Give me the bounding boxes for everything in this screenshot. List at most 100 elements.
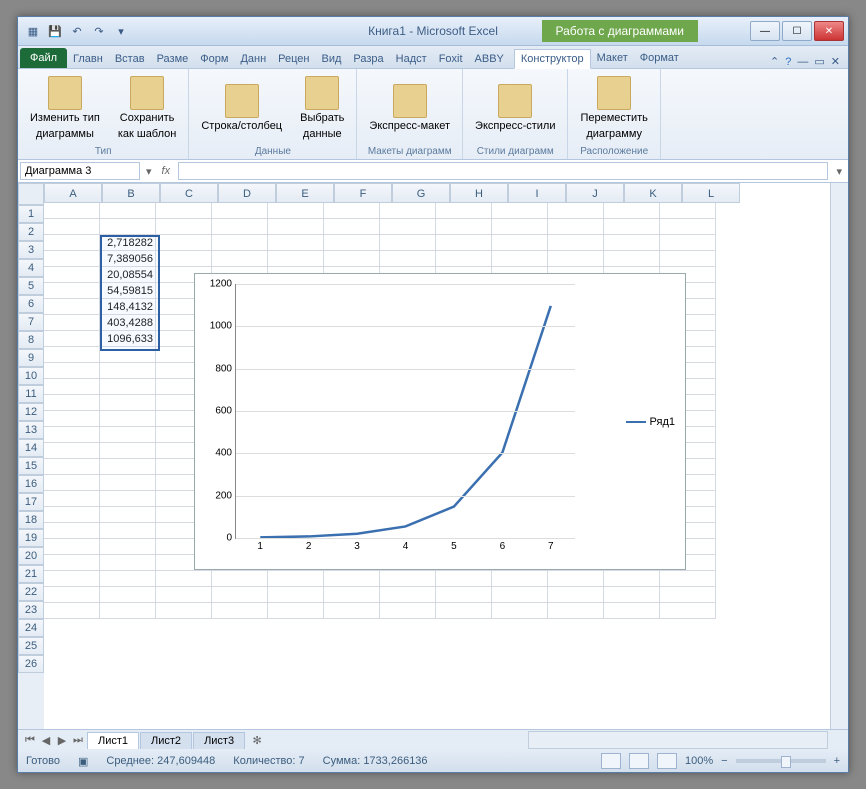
zoom-slider[interactable] bbox=[736, 759, 826, 763]
maximize-button[interactable]: ☐ bbox=[782, 21, 812, 41]
col-header[interactable]: F bbox=[334, 183, 392, 203]
minimize-button[interactable]: — bbox=[750, 21, 780, 41]
cell[interactable] bbox=[492, 571, 548, 587]
ribbon-button[interactable]: Изменить типдиаграммы bbox=[26, 74, 104, 142]
sheet-nav-prev-icon[interactable]: ◀ bbox=[38, 732, 54, 748]
col-header[interactable]: K bbox=[624, 183, 682, 203]
cell[interactable] bbox=[212, 251, 268, 267]
cell[interactable] bbox=[100, 203, 156, 219]
tab-встав[interactable]: Встав bbox=[109, 50, 151, 68]
fx-icon[interactable]: fx bbox=[156, 165, 177, 177]
row-header[interactable]: 15 bbox=[18, 457, 44, 475]
row-header[interactable]: 3 bbox=[18, 241, 44, 259]
cell[interactable] bbox=[212, 571, 268, 587]
cell[interactable]: 54,59815 bbox=[100, 283, 156, 299]
cell[interactable] bbox=[380, 251, 436, 267]
tab-конструктор[interactable]: Конструктор bbox=[514, 49, 591, 69]
cell[interactable] bbox=[100, 587, 156, 603]
cell[interactable] bbox=[380, 219, 436, 235]
cell[interactable] bbox=[156, 203, 212, 219]
cell[interactable] bbox=[660, 235, 716, 251]
cell[interactable] bbox=[324, 603, 380, 619]
cell[interactable] bbox=[492, 603, 548, 619]
cell[interactable] bbox=[100, 523, 156, 539]
tab-макет[interactable]: Макет bbox=[591, 49, 634, 68]
cell[interactable] bbox=[100, 603, 156, 619]
cell[interactable] bbox=[660, 251, 716, 267]
cell[interactable] bbox=[436, 235, 492, 251]
col-header[interactable]: J bbox=[566, 183, 624, 203]
view-pagebreak-button[interactable] bbox=[657, 753, 677, 769]
tab-форм[interactable]: Форм bbox=[194, 50, 234, 68]
cell[interactable]: 1096,633 bbox=[100, 331, 156, 347]
cell[interactable] bbox=[380, 235, 436, 251]
sheet-tab[interactable]: Лист2 bbox=[140, 732, 192, 749]
embedded-chart[interactable]: 0200400600800100012001234567 Ряд1 bbox=[194, 273, 686, 570]
row-header[interactable]: 14 bbox=[18, 439, 44, 457]
cell[interactable] bbox=[324, 219, 380, 235]
cell[interactable] bbox=[660, 219, 716, 235]
col-header[interactable]: G bbox=[392, 183, 450, 203]
tab-abby[interactable]: ABBY bbox=[469, 50, 510, 68]
ribbon-button[interactable]: Экспресс-макет bbox=[365, 82, 454, 135]
cell[interactable] bbox=[212, 603, 268, 619]
cell[interactable] bbox=[100, 411, 156, 427]
ribbon-button[interactable]: Сохранитькак шаблон bbox=[114, 74, 181, 142]
row-header[interactable]: 8 bbox=[18, 331, 44, 349]
row-header[interactable]: 22 bbox=[18, 583, 44, 601]
ribbon-button[interactable]: Экспресс-стили bbox=[471, 82, 559, 135]
row-header[interactable]: 5 bbox=[18, 277, 44, 295]
col-header[interactable]: D bbox=[218, 183, 276, 203]
cell[interactable] bbox=[380, 587, 436, 603]
cell[interactable] bbox=[44, 603, 100, 619]
row-header[interactable]: 23 bbox=[18, 601, 44, 619]
zoom-in-button[interactable]: + bbox=[834, 755, 840, 767]
name-box[interactable]: Диаграмма 3 bbox=[20, 162, 140, 180]
col-header[interactable]: H bbox=[450, 183, 508, 203]
row-header[interactable]: 18 bbox=[18, 511, 44, 529]
cell[interactable] bbox=[492, 235, 548, 251]
row-header[interactable]: 13 bbox=[18, 421, 44, 439]
excel-icon[interactable]: ▦ bbox=[24, 22, 42, 40]
row-header[interactable]: 9 bbox=[18, 349, 44, 367]
cell[interactable] bbox=[324, 203, 380, 219]
cell[interactable] bbox=[604, 251, 660, 267]
formula-input[interactable] bbox=[178, 162, 828, 180]
cell[interactable] bbox=[44, 507, 100, 523]
select-all-corner[interactable] bbox=[18, 183, 44, 205]
ribbon-button[interactable]: Выбратьданные bbox=[296, 74, 348, 142]
vertical-scrollbar[interactable] bbox=[830, 183, 848, 729]
expand-formula-icon[interactable]: ▾ bbox=[830, 165, 848, 178]
cell[interactable] bbox=[100, 427, 156, 443]
cell[interactable] bbox=[380, 571, 436, 587]
cell[interactable] bbox=[44, 347, 100, 363]
workbook-restore-icon[interactable]: ▭ bbox=[814, 55, 824, 68]
cell[interactable] bbox=[268, 203, 324, 219]
redo-icon[interactable]: ↷ bbox=[90, 22, 108, 40]
tab-разра[interactable]: Разра bbox=[347, 50, 389, 68]
cell[interactable] bbox=[100, 571, 156, 587]
cell[interactable] bbox=[100, 459, 156, 475]
cell[interactable] bbox=[44, 267, 100, 283]
cell[interactable] bbox=[44, 539, 100, 555]
cell[interactable] bbox=[380, 603, 436, 619]
cell[interactable] bbox=[44, 331, 100, 347]
sheet-nav-next-icon[interactable]: ▶ bbox=[54, 732, 70, 748]
cell[interactable] bbox=[44, 299, 100, 315]
undo-icon[interactable]: ↶ bbox=[68, 22, 86, 40]
row-header[interactable]: 26 bbox=[18, 655, 44, 673]
cell[interactable] bbox=[548, 571, 604, 587]
namebox-dropdown-icon[interactable]: ▾ bbox=[142, 165, 156, 178]
row-header[interactable]: 4 bbox=[18, 259, 44, 277]
cell[interactable] bbox=[44, 459, 100, 475]
cell[interactable] bbox=[156, 235, 212, 251]
cell[interactable] bbox=[100, 219, 156, 235]
cell[interactable] bbox=[660, 203, 716, 219]
cell[interactable] bbox=[548, 251, 604, 267]
cell[interactable] bbox=[324, 571, 380, 587]
tab-вид[interactable]: Вид bbox=[316, 50, 348, 68]
cell[interactable] bbox=[548, 235, 604, 251]
row-header[interactable]: 2 bbox=[18, 223, 44, 241]
row-header[interactable]: 25 bbox=[18, 637, 44, 655]
cell[interactable] bbox=[44, 443, 100, 459]
